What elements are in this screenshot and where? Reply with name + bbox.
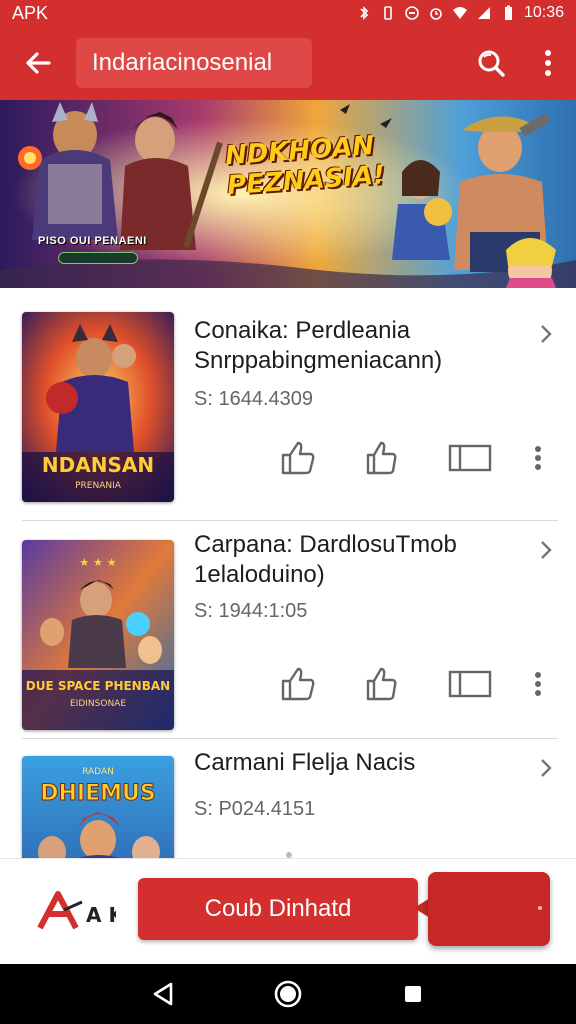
overflow-menu-button[interactable] <box>520 26 576 100</box>
square-recent-icon <box>405 986 422 1002</box>
app-size: S: 1644.4309 <box>194 388 313 410</box>
logo-text: A K <box>86 903 116 927</box>
secondary-action-button[interactable] <box>428 872 550 946</box>
chevron-right-icon[interactable] <box>534 538 558 562</box>
thumb-sub-2: EIDINSONAE <box>70 699 126 709</box>
app-thumbnail[interactable]: NDANSAN PRENANIA <box>22 312 174 502</box>
chevron-right-icon[interactable] <box>534 322 558 346</box>
item-actions <box>278 664 548 704</box>
app-list: NDANSAN PRENANIA Conaika: Perdleania Snr… <box>0 288 576 858</box>
download-button[interactable]: Coub Dinhatd <box>138 878 418 940</box>
list-item[interactable]: NDANSAN PRENANIA Conaika: Perdleania Snr… <box>0 288 576 506</box>
banner-title: NDKHOAN PEZNASIA! <box>224 130 386 202</box>
thumb-up-outline-icon <box>366 441 397 475</box>
app-title[interactable]: Conaika: Perdleania Snrppabingmeniacann) <box>194 316 524 376</box>
hero-banner[interactable]: NDKHOAN PEZNASIA! PISO OUI PENAENI <box>0 100 576 288</box>
banner-caption: PISO OUI PENAENI <box>38 235 147 247</box>
alarm-icon <box>430 8 442 20</box>
like-alt-button[interactable] <box>362 438 402 478</box>
card-button[interactable] <box>446 664 494 704</box>
svg-text:★ ★ ★: ★ ★ ★ <box>79 556 116 569</box>
secondary-button-dot <box>538 906 542 910</box>
app-size: S: 1944:1:05 <box>194 600 308 622</box>
item-more-button[interactable] <box>528 438 548 478</box>
list-item[interactable]: RADAN DHIEMUS Carmani Flelja Nacis S: P0… <box>0 738 576 858</box>
banner-progress-pill <box>58 252 138 264</box>
thumb-title-2: DUE SPACE PHENBAN <box>26 679 170 693</box>
app-thumbnail[interactable]: ★ ★ ★ DUE SPACE PHENBAN EIDINSONAE <box>22 540 174 730</box>
thumbnail-art: RADAN DHIEMUS <box>22 756 174 858</box>
card-button[interactable] <box>446 438 494 478</box>
more-vert-icon <box>545 50 551 76</box>
nav-home-button[interactable] <box>263 969 313 1019</box>
thumb-sub-3: RADAN <box>82 767 114 777</box>
search-icon <box>478 50 505 77</box>
thumbnail-art: ★ ★ ★ DUE SPACE PHENBAN EIDINSONAE <box>22 540 174 730</box>
app-bar: Indariacinosenial <box>0 26 576 100</box>
more-vert-icon <box>535 446 541 470</box>
status-time: 10:36 <box>523 4 564 21</box>
list-item[interactable]: ★ ★ ★ DUE SPACE PHENBAN EIDINSONAE Carpa… <box>0 520 576 738</box>
like-button[interactable] <box>278 438 318 478</box>
thumbnail-art: NDANSAN PRENANIA <box>22 312 174 502</box>
app-thumbnail[interactable]: RADAN DHIEMUS <box>22 756 174 858</box>
wifi-icon <box>452 7 467 19</box>
like-alt-button[interactable] <box>362 664 402 704</box>
nav-back-button[interactable] <box>138 969 188 1019</box>
status-bar: APK 10:36 <box>0 0 576 26</box>
app-title[interactable]: Carpana: DardlosuTmob 1elaloduino) <box>194 530 524 590</box>
app-size: S: P024.4151 <box>194 798 316 820</box>
apk-logo: A K <box>36 888 125 934</box>
vibrate-icon <box>384 6 392 20</box>
scroll-indicator <box>286 852 292 858</box>
like-button[interactable] <box>278 664 318 704</box>
item-actions <box>278 438 548 478</box>
signal-icon <box>477 7 490 19</box>
apk-logo-icon: A K <box>37 891 125 930</box>
thumb-up-icon <box>281 667 315 701</box>
thumb-title-3: DHIEMUS <box>40 781 156 806</box>
circle-home-icon <box>274 980 302 1008</box>
bluetooth-icon <box>360 6 369 20</box>
thumb-title-1: NDANSAN <box>42 453 154 477</box>
card-icon <box>448 670 492 698</box>
back-button[interactable] <box>0 26 76 100</box>
app-title[interactable]: Indariacinosenial <box>76 38 312 88</box>
arrow-back-icon <box>26 52 51 74</box>
dnd-icon <box>405 6 419 20</box>
card-icon <box>448 444 492 472</box>
thumb-up-icon <box>281 441 315 475</box>
triangle-back-icon <box>153 982 172 1006</box>
status-icons: 10:36 <box>356 4 564 22</box>
battery-icon <box>504 5 512 20</box>
status-app-label: APK <box>12 2 49 23</box>
item-more-button[interactable] <box>528 664 548 704</box>
search-button[interactable] <box>462 26 520 100</box>
system-nav-bar <box>0 964 576 1024</box>
app-title[interactable]: Carmani Flelja Nacis <box>194 748 524 778</box>
thumb-up-outline-icon <box>366 667 397 701</box>
chevron-right-icon[interactable] <box>534 756 558 780</box>
thumb-sub-1: PRENANIA <box>75 481 122 491</box>
nav-recent-button[interactable] <box>388 969 438 1019</box>
more-vert-icon <box>535 672 541 696</box>
